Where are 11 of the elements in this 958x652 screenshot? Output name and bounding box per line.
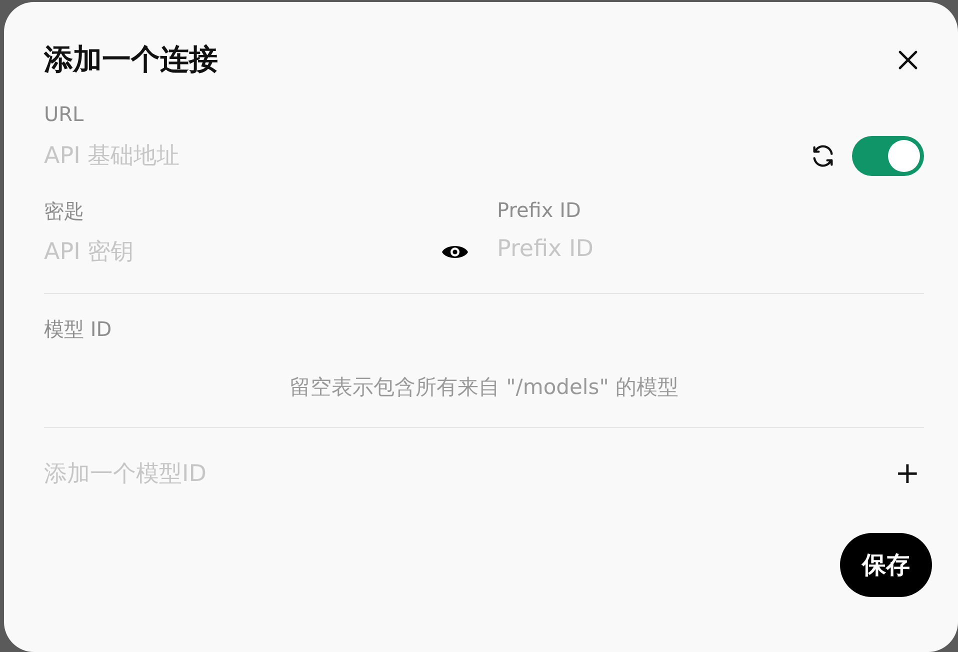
model-hint: 留空表示包含所有来自 "/models" 的模型 xyxy=(288,374,680,401)
key-label: 密匙 xyxy=(44,198,85,225)
refresh-icon xyxy=(810,143,836,169)
toggle-switch[interactable] xyxy=(852,136,924,176)
close-icon xyxy=(896,48,920,72)
prefix-label: Prefix ID xyxy=(497,198,582,222)
model-id-label: 模型 ID xyxy=(44,316,113,343)
dialog-title: 添加一个连接 xyxy=(44,41,218,78)
add-button[interactable]: + xyxy=(890,456,924,491)
save-button[interactable]: 保存 xyxy=(840,533,932,597)
url-label: URL xyxy=(44,102,85,126)
